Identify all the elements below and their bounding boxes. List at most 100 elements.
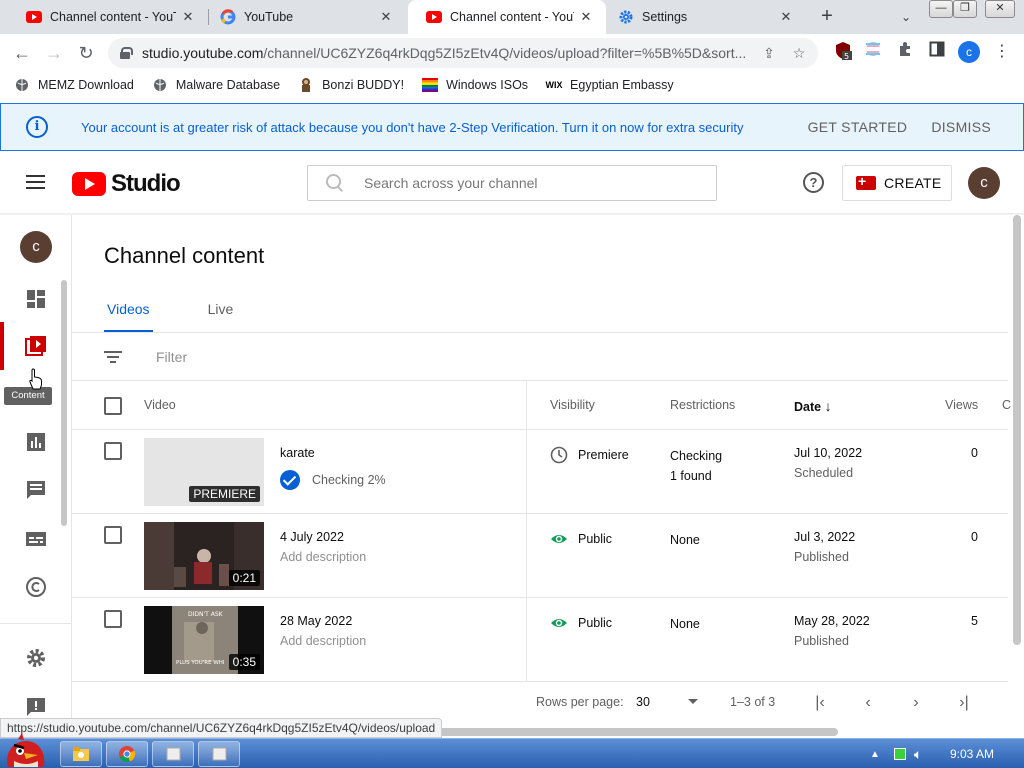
select-all-checkbox[interactable] <box>104 397 122 415</box>
bookmark-bonzi-buddy[interactable]: Bonzi BUDDY! <box>298 77 404 93</box>
column-restrictions: Restrictions <box>670 398 736 412</box>
video-description[interactable]: Add description <box>280 634 366 648</box>
column-views: Views <box>945 398 979 412</box>
restrictions-cell[interactable]: Checking 1 found <box>670 446 722 486</box>
table-row[interactable]: PREMIERE karate Checking 2% Premiere Che… <box>72 430 1008 514</box>
video-title[interactable]: karate <box>280 446 315 460</box>
url-text[interactable]: studio.youtube.com/channel/UC6ZYZ6q4rkDq… <box>142 45 758 61</box>
get-started-button[interactable]: GET STARTED <box>808 119 908 135</box>
browser-tab-3-active[interactable]: Channel content - YouTu ✕ <box>408 0 606 34</box>
column-video: Video <box>144 398 176 412</box>
ublock-extension-icon[interactable]: 5 <box>832 41 854 63</box>
row-checkbox[interactable] <box>104 610 122 628</box>
bookmark-egyptian-embassy[interactable]: WIX Egyptian Embassy <box>546 77 674 93</box>
bookmark-malware-database[interactable]: Malware Database <box>152 77 280 93</box>
filter-bar[interactable]: Filter <box>72 333 1008 381</box>
new-tab-plus-icon[interactable]: + <box>816 6 838 28</box>
horizontal-scrollbar[interactable] <box>420 728 838 736</box>
row-checkbox[interactable] <box>104 526 122 544</box>
extension-pride-icon[interactable] <box>862 41 884 63</box>
back-arrow-icon[interactable]: ← <box>10 41 34 65</box>
tab-live[interactable]: Live <box>205 301 237 333</box>
close-tab-icon[interactable]: ✕ <box>180 9 196 25</box>
help-icon[interactable]: ? <box>803 172 824 193</box>
rows-per-page-select[interactable]: 30 <box>636 695 698 709</box>
bookmark-memz[interactable]: MEMZ Download <box>14 77 134 93</box>
browser-menu-icon[interactable]: ⋮ <box>991 41 1013 63</box>
forward-arrow-icon[interactable]: → <box>42 41 66 65</box>
filter-icon[interactable] <box>104 351 122 363</box>
dismiss-button[interactable]: DISMISS <box>931 119 991 135</box>
channel-avatar[interactable]: c <box>20 231 52 263</box>
video-thumbnail[interactable]: 0:21 <box>144 522 264 590</box>
restore-window-icon[interactable]: ❐ <box>953 0 977 18</box>
video-thumbnail[interactable]: PREMIERE <box>144 438 264 506</box>
tray-expand-icon[interactable]: ▲ <box>870 749 880 760</box>
browser-tab-strip: Channel content - YouTu ✕ YouTube ✕ Chan… <box>0 0 1024 34</box>
visibility-cell[interactable]: Public <box>550 530 612 548</box>
close-window-icon[interactable]: ✕ <box>985 0 1015 18</box>
globe-icon <box>152 77 168 93</box>
browser-tab-1[interactable]: Channel content - YouTu ✕ <box>8 0 208 34</box>
extensions-puzzle-icon[interactable] <box>894 41 916 63</box>
next-page-icon[interactable]: › <box>904 691 928 715</box>
address-bar[interactable]: studio.youtube.com/channel/UC6ZYZ6q4rkDq… <box>108 38 818 68</box>
studio-header: Studio ? CREATE c <box>0 152 1024 214</box>
visibility-cell[interactable]: Premiere <box>550 446 629 464</box>
video-description[interactable]: Add description <box>280 550 366 564</box>
reload-icon[interactable]: ↻ <box>74 41 98 65</box>
bookmarks-bar: MEMZ Download Malware Database Bonzi BUD… <box>0 72 1024 98</box>
browser-tab-4[interactable]: Settings ✕ <box>600 0 806 34</box>
close-tab-icon[interactable]: ✕ <box>578 9 594 25</box>
taskbar-chrome-icon[interactable] <box>106 741 148 767</box>
taskbar-window-icon[interactable] <box>152 741 194 767</box>
restrictions-cell[interactable]: None <box>670 530 700 550</box>
profile-avatar[interactable]: c <box>958 41 980 63</box>
account-avatar[interactable]: c <box>968 167 1000 199</box>
hamburger-menu-icon[interactable] <box>26 175 45 189</box>
side-panel-icon[interactable] <box>926 41 948 63</box>
volume-icon[interactable]: 🔈︎ <box>914 746 922 763</box>
tab-videos[interactable]: Videos <box>104 301 153 333</box>
taskbar-clock[interactable]: 9:03 AM <box>950 747 994 761</box>
start-button-angry-bird-icon[interactable] <box>0 731 52 768</box>
restrictions-cell[interactable]: None <box>670 614 700 634</box>
visibility-cell[interactable]: Public <box>550 614 612 632</box>
last-page-icon[interactable]: ›| <box>952 691 976 715</box>
main-scrollbar[interactable] <box>1013 215 1021 645</box>
minimize-window-icon[interactable]: — <box>929 0 953 18</box>
create-button[interactable]: CREATE <box>842 165 952 201</box>
views-count: 5 <box>971 614 978 628</box>
bookmark-windows-isos[interactable]: Windows ISOs <box>422 77 528 93</box>
filter-input[interactable]: Filter <box>156 349 187 365</box>
share-icon[interactable]: ⇪ <box>758 42 780 64</box>
search-input[interactable] <box>364 175 716 191</box>
taskbar-window-icon[interactable] <box>198 741 240 767</box>
close-tab-icon[interactable]: ✕ <box>378 9 394 25</box>
video-thumbnail[interactable]: DIDN'T ASK PLUS YOU'RE WHI 0:35 <box>144 606 264 674</box>
tab-search-chevron-icon[interactable]: ⌄ <box>896 6 916 28</box>
system-tray: ▲ 🔈︎ <box>864 739 1024 768</box>
lock-icon[interactable] <box>120 47 133 59</box>
table-row[interactable]: 0:21 4 July 2022 Add description Public … <box>72 514 1008 598</box>
channel-search[interactable] <box>307 165 717 201</box>
tray-network-icon[interactable] <box>893 748 906 760</box>
bookmark-star-icon[interactable]: ☆ <box>788 42 810 64</box>
video-title[interactable]: 28 May 2022 <box>280 614 352 628</box>
video-title[interactable]: 4 July 2022 <box>280 530 344 544</box>
youtube-play-icon <box>72 172 106 196</box>
column-date[interactable]: Date ↓ <box>794 398 832 414</box>
youtube-studio-logo[interactable]: Studio <box>72 170 181 198</box>
comments-icon <box>25 479 47 501</box>
taskbar-explorer-icon[interactable] <box>60 741 102 767</box>
sidebar-scrollbar[interactable] <box>61 280 67 526</box>
row-checkbox[interactable] <box>104 442 122 460</box>
sidebar-item-settings[interactable] <box>0 634 72 682</box>
sidebar-item-copyright[interactable] <box>0 563 72 611</box>
date-value: Jul 3, 2022 <box>794 530 856 544</box>
first-page-icon[interactable]: |‹ <box>808 691 832 715</box>
table-row[interactable]: DIDN'T ASK PLUS YOU'RE WHI 0:35 28 May 2… <box>72 598 1008 682</box>
close-tab-icon[interactable]: ✕ <box>778 9 794 25</box>
browser-tab-2[interactable]: YouTube ✕ <box>202 0 406 34</box>
previous-page-icon[interactable]: ‹ <box>856 691 880 715</box>
